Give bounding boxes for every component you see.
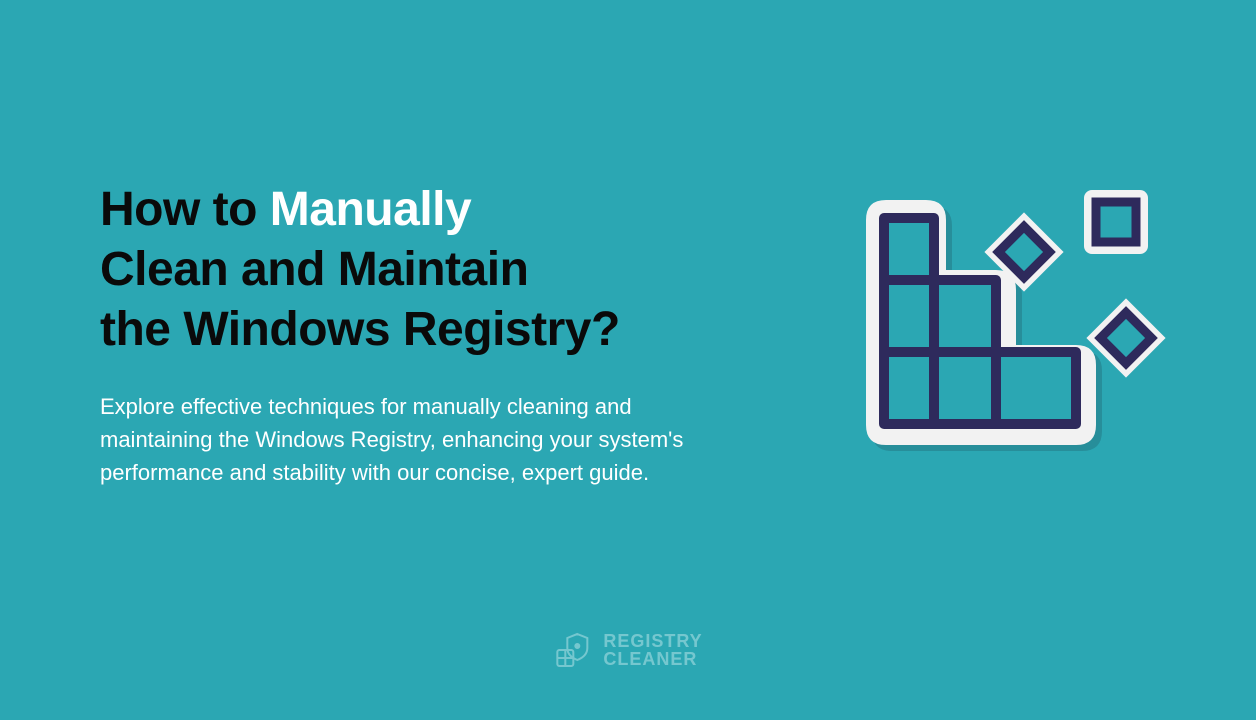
brand-logo: REGISTRY CLEANER xyxy=(553,630,702,670)
content-area: How to Manually Clean and Maintain the W… xyxy=(100,180,740,489)
page-title: How to Manually Clean and Maintain the W… xyxy=(100,180,740,360)
brand-line2: CLEANER xyxy=(603,650,702,668)
brand-text: REGISTRY CLEANER xyxy=(603,632,702,668)
shield-grid-icon xyxy=(553,630,593,670)
title-highlight: Manually xyxy=(270,183,471,236)
registry-blocks-icon xyxy=(846,180,1186,460)
registry-graphic xyxy=(846,180,1186,460)
title-part1: How to xyxy=(100,183,270,236)
brand-line1: REGISTRY xyxy=(603,632,702,650)
title-part2: Clean and Maintain xyxy=(100,243,528,296)
subtitle-text: Explore effective techniques for manuall… xyxy=(100,390,740,489)
title-part3: the Windows Registry? xyxy=(100,303,620,356)
